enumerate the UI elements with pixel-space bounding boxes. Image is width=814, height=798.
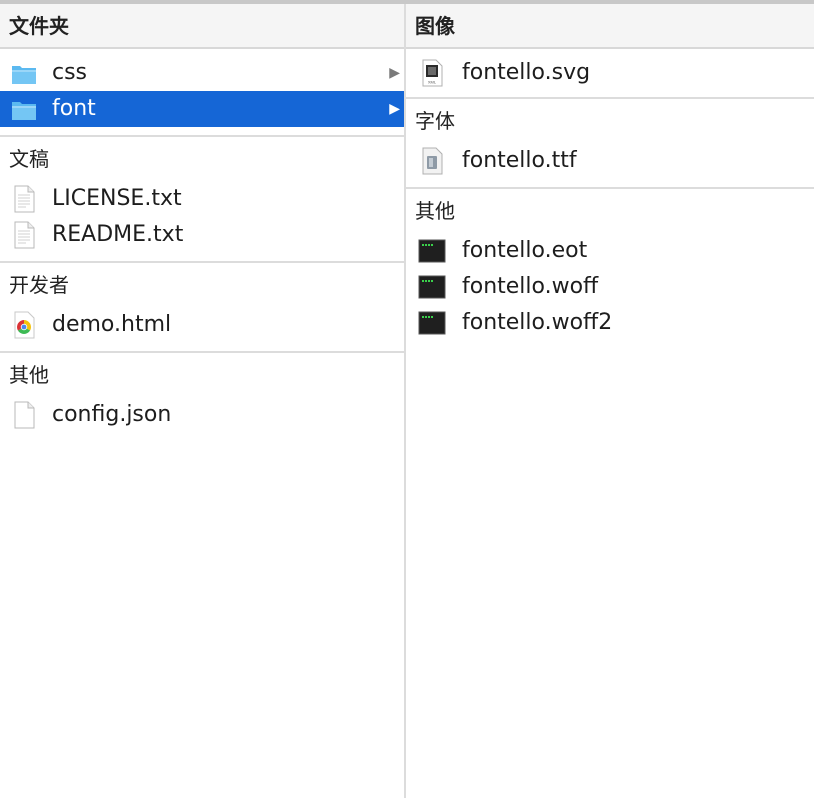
item-label: css (52, 60, 88, 85)
chrome-html-icon (14, 311, 35, 339)
folder-icon (12, 102, 36, 120)
left-column-header: 文件夹 (0, 4, 404, 49)
group-title-other: 其他 (9, 363, 49, 387)
right-column: 图像 XML fontello.svg 字体 fontello.ttf 其他 f… (406, 4, 814, 798)
item-label: fontello.svg (462, 60, 591, 85)
item-label: fontello.woff2 (462, 310, 613, 335)
list-item-fontello-ttf[interactable]: fontello.ttf (406, 143, 814, 179)
item-label: fontello.eot (462, 238, 588, 263)
group-title-fonts: 字体 (415, 109, 455, 133)
right-column-header: 图像 (406, 4, 814, 49)
list-item-demo-html[interactable]: demo.html (0, 307, 404, 343)
list-item-fontello-woff[interactable]: fontello.woff (406, 269, 814, 305)
list-item-font-folder[interactable]: font ▶ (0, 91, 404, 127)
list-item-license-txt[interactable]: LICENSE.txt (0, 181, 404, 217)
item-label: config.json (52, 402, 172, 427)
font-file-icon (422, 147, 443, 175)
terminal-exec-icon (418, 311, 446, 335)
list-item-readme-txt[interactable]: README.txt (0, 217, 404, 253)
item-label: README.txt (52, 222, 184, 247)
folder-icon (12, 66, 36, 84)
text-document-icon (14, 185, 35, 213)
item-label: LICENSE.txt (52, 186, 182, 211)
item-label: font (52, 96, 96, 121)
text-document-icon (14, 221, 35, 249)
xml-caption: XML (428, 80, 437, 85)
group-title-developer: 开发者 (9, 273, 69, 297)
terminal-exec-icon (418, 239, 446, 263)
item-label: demo.html (52, 312, 172, 337)
item-label: fontello.woff (462, 274, 599, 299)
list-item-config-json[interactable]: config.json (0, 397, 404, 433)
disclosure-arrow-icon: ▶ (389, 101, 400, 117)
list-item-fontello-svg[interactable]: XML fontello.svg (406, 55, 814, 91)
list-item-fontello-eot[interactable]: fontello.eot (406, 233, 814, 269)
blank-document-icon (14, 401, 35, 429)
list-item-fontello-woff2[interactable]: fontello.woff2 (406, 305, 814, 341)
item-label: fontello.ttf (462, 148, 577, 173)
left-column: 文件夹 css ▶ font ▶ 文稿 LICENSE.txt README.t… (0, 4, 404, 798)
svg-xml-document-icon: XML (422, 59, 443, 87)
group-title-other: 其他 (415, 199, 455, 223)
disclosure-arrow-icon: ▶ (389, 65, 400, 81)
terminal-exec-icon (418, 275, 446, 299)
list-item-css-folder[interactable]: css ▶ (0, 55, 404, 91)
group-title-documents: 文稿 (9, 147, 49, 171)
